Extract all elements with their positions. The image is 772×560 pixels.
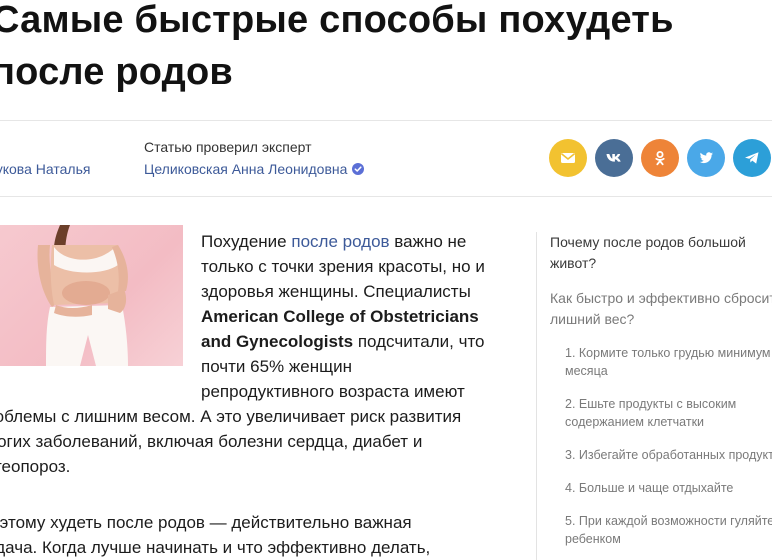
- p1-line-1: Похудение после родов важно не: [201, 229, 531, 254]
- toc-heading-2-line-1: Как быстро и эффективно сбросить: [550, 290, 772, 306]
- telegram-icon: [745, 152, 759, 164]
- toc-heading-1-line-2: живот?: [550, 255, 597, 271]
- verified-check-icon: [352, 163, 365, 175]
- title-line-1: Самые быстрые способы похудеть: [0, 0, 674, 41]
- p1-text-b: важно не: [389, 232, 467, 251]
- p1-line-3: здоровья женщины. Специалисты: [201, 282, 471, 301]
- toc-item[interactable]: 3. Избегайте обработанных продуктов: [550, 446, 772, 464]
- title-line-2: после родов: [0, 51, 233, 93]
- share-ok-button[interactable]: [641, 139, 679, 177]
- share-buttons: [549, 139, 771, 177]
- mail-icon: [561, 153, 575, 163]
- toc-item[interactable]: 5. При каждой возможности гуляйте ребенк…: [550, 512, 772, 548]
- expert-link[interactable]: Целиковская Анна Леонидовна: [144, 158, 365, 180]
- toc-heading-2[interactable]: Как быстро и эффективно сбросить лишний …: [550, 288, 772, 330]
- toc-item-3-line-1: 3. Избегайте обработанных продуктов: [565, 448, 772, 462]
- twitter-icon: [699, 152, 713, 164]
- article-hero-image: [0, 225, 183, 366]
- toc-item-5-line-1: 5. При каждой возможности гуляйте: [565, 514, 772, 528]
- paragraph-2: Поэтому худеть после родов — действитель…: [0, 510, 538, 560]
- divider-top: [0, 120, 772, 121]
- p1-line-2: только с точки зрения красоты, но и: [201, 257, 485, 276]
- p1-line-4: American College of Obstetricians: [201, 304, 531, 329]
- table-of-contents: Почему после родов большой живот? Как бы…: [536, 232, 772, 560]
- toc-item[interactable]: 4. Больше и чаще отдыхайте: [550, 479, 772, 497]
- paragraph-1-cont: проблемы с лишним весом. А это увеличива…: [0, 404, 536, 479]
- expert-name: Целиковская Анна Леонидовна: [144, 161, 348, 177]
- toc-heading-1-line-1: Почему после родов большой: [550, 234, 746, 250]
- expert-block: Статью проверил эксперт Целиковская Анна…: [144, 136, 365, 180]
- share-twitter-button[interactable]: [687, 139, 725, 177]
- p2-line-2: задача. Когда лучше начинать и что эффек…: [0, 538, 431, 557]
- p1-line-8: проблемы с лишним весом. А это увеличива…: [0, 407, 462, 426]
- share-email-button[interactable]: [549, 139, 587, 177]
- author-block: Автор Каштукова Наталья: [0, 136, 90, 180]
- divider-meta: [0, 196, 772, 197]
- odnoklassniki-icon: [655, 151, 665, 166]
- p1-line-10: остеопороз.: [0, 457, 71, 476]
- p1-text-a: Похудение: [201, 232, 292, 251]
- toc-item-5-line-2: ребенком: [565, 532, 621, 546]
- p1-line-7: репродуктивного возраста имеют: [201, 382, 465, 401]
- share-vk-button[interactable]: [595, 139, 633, 177]
- p1-line-9: многих заболеваний, включая болезни серд…: [0, 432, 423, 451]
- acog-name-1: American College of Obstetricians: [201, 307, 479, 326]
- toc-heading-1[interactable]: Почему после родов большой живот?: [550, 232, 772, 274]
- paragraph-1-wrap: Похудение после родов важно не только с …: [201, 229, 531, 404]
- share-telegram-button[interactable]: [733, 139, 771, 177]
- acog-name-2: and Gynecologists: [201, 332, 354, 351]
- vk-icon: [606, 154, 621, 162]
- toc-item-2-line-2: содержанием клетчатки: [565, 415, 705, 429]
- article-page: Самые быстрые способы похудеть после род…: [0, 0, 772, 560]
- toc-item-4-line-1: 4. Больше и чаще отдыхайте: [565, 481, 734, 495]
- toc-item[interactable]: 1. Кормите только грудью минимум месяца: [550, 344, 772, 380]
- toc-heading-2-line-2: лишний вес?: [550, 311, 635, 327]
- expert-caption: Статью проверил эксперт: [144, 139, 312, 155]
- p1-line-5: and Gynecologists подсчитали, что: [201, 329, 531, 354]
- after-birth-link[interactable]: после родов: [291, 232, 389, 251]
- toc-item-1-line-1: 1. Кормите только грудью минимум: [565, 346, 771, 360]
- woman-illustration: [37, 225, 128, 366]
- p2-line-1: Поэтому худеть после родов — действитель…: [0, 513, 412, 532]
- toc-item-2-line-1: 2. Ешьте продукты с высоким: [565, 397, 737, 411]
- toc-item[interactable]: 2. Ешьте продукты с высоким содержанием …: [550, 395, 772, 431]
- author-link[interactable]: Каштукова Наталья: [0, 158, 90, 180]
- p1-line-6: почти 65% женщин: [201, 357, 352, 376]
- article-title: Самые быстрые способы похудеть после род…: [0, 0, 674, 98]
- author-caption: Автор: [0, 136, 90, 158]
- p1-line-5-rest: подсчитали, что: [353, 332, 485, 351]
- toc-item-1-line-2: месяца: [565, 364, 608, 378]
